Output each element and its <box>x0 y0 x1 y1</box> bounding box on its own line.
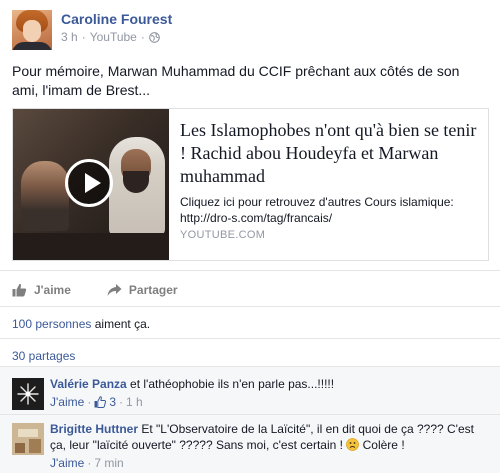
likes-suffix: aiment ça. <box>91 317 151 331</box>
post-time[interactable]: 3 h <box>61 30 78 44</box>
likes-people-link[interactable]: 100 personnes <box>12 317 91 331</box>
commenter-avatar[interactable] <box>12 423 44 455</box>
commenter-name[interactable]: Valérie Panza <box>50 377 127 391</box>
thumbs-up-icon[interactable] <box>94 396 107 408</box>
divider <box>0 306 500 307</box>
author-avatar[interactable] <box>12 10 52 50</box>
link-title[interactable]: Les Islamophobes n'ont qu'à bien se teni… <box>180 119 480 188</box>
meta-separator: · <box>81 30 86 44</box>
divider <box>0 366 500 367</box>
comment-meta: J'aime · 7 min <box>50 455 488 471</box>
video-thumbnail[interactable] <box>13 109 169 260</box>
comment-text-after: Colère ! <box>359 438 405 452</box>
post-actions: J'aime Partager <box>12 280 214 300</box>
post-header: Caroline Fourest 3 h · YouTube · <box>12 10 482 50</box>
link-preview-card[interactable]: Les Islamophobes n'ont qu'à bien se teni… <box>12 108 489 261</box>
thumbs-up-icon <box>12 283 27 297</box>
globe-icon[interactable] <box>148 31 160 43</box>
comment-body: Valérie Panza et l'athéophobie ils n'en … <box>50 376 488 410</box>
meta-separator: · <box>140 30 145 44</box>
meta-separator: · <box>87 395 92 409</box>
like-button[interactable]: J'aime <box>12 283 71 297</box>
comment-time[interactable]: 1 h <box>126 394 143 410</box>
link-description: Cliquez ici pour retrouvez d'autres Cour… <box>180 195 454 225</box>
comment-body: Brigitte Huttner Et "L'Observatoire de l… <box>50 421 488 471</box>
divider <box>0 270 500 271</box>
comment-meta: J'aime · 3 · 1 h <box>50 394 488 410</box>
post-meta: 3 h · YouTube · <box>61 30 160 44</box>
divider <box>0 414 500 415</box>
frowning-face-icon <box>346 438 360 451</box>
meta-separator: · <box>87 456 92 470</box>
commenter-name[interactable]: Brigitte Huttner <box>50 422 138 436</box>
share-button[interactable]: Partager <box>107 283 178 297</box>
link-domain: YOUTUBE.COM <box>180 229 266 241</box>
comment-text: et l'athéophobie ils n'en parle pas...!!… <box>126 377 335 391</box>
comment-like-button[interactable]: J'aime <box>50 394 84 410</box>
post-source[interactable]: YouTube <box>90 30 137 44</box>
post-text: Pour mémoire, Marwan Muhammad du CCIF pr… <box>12 63 460 98</box>
meta-separator: · <box>119 395 123 409</box>
link-preview-body: Les Islamophobes n'ont qu'à bien se teni… <box>180 119 480 226</box>
share-arrow-icon <box>107 283 122 297</box>
play-icon[interactable] <box>65 159 113 207</box>
commenter-avatar[interactable] <box>12 378 44 410</box>
like-label: J'aime <box>34 283 71 297</box>
comment-like-button[interactable]: J'aime <box>50 455 84 471</box>
shares-count[interactable]: 30 partages <box>12 349 75 363</box>
comments-section: Valérie Panza et l'athéophobie ils n'en … <box>0 366 500 473</box>
comment-like-count[interactable]: 3 <box>109 394 116 410</box>
author-name[interactable]: Caroline Fourest <box>61 11 172 27</box>
facebook-post: Caroline Fourest 3 h · YouTube · Pour mé… <box>0 0 500 473</box>
comment-time[interactable]: 7 min <box>94 455 123 471</box>
share-label: Partager <box>128 283 178 297</box>
divider <box>0 338 500 339</box>
likes-summary: 100 personnes aiment ça. <box>12 317 150 331</box>
